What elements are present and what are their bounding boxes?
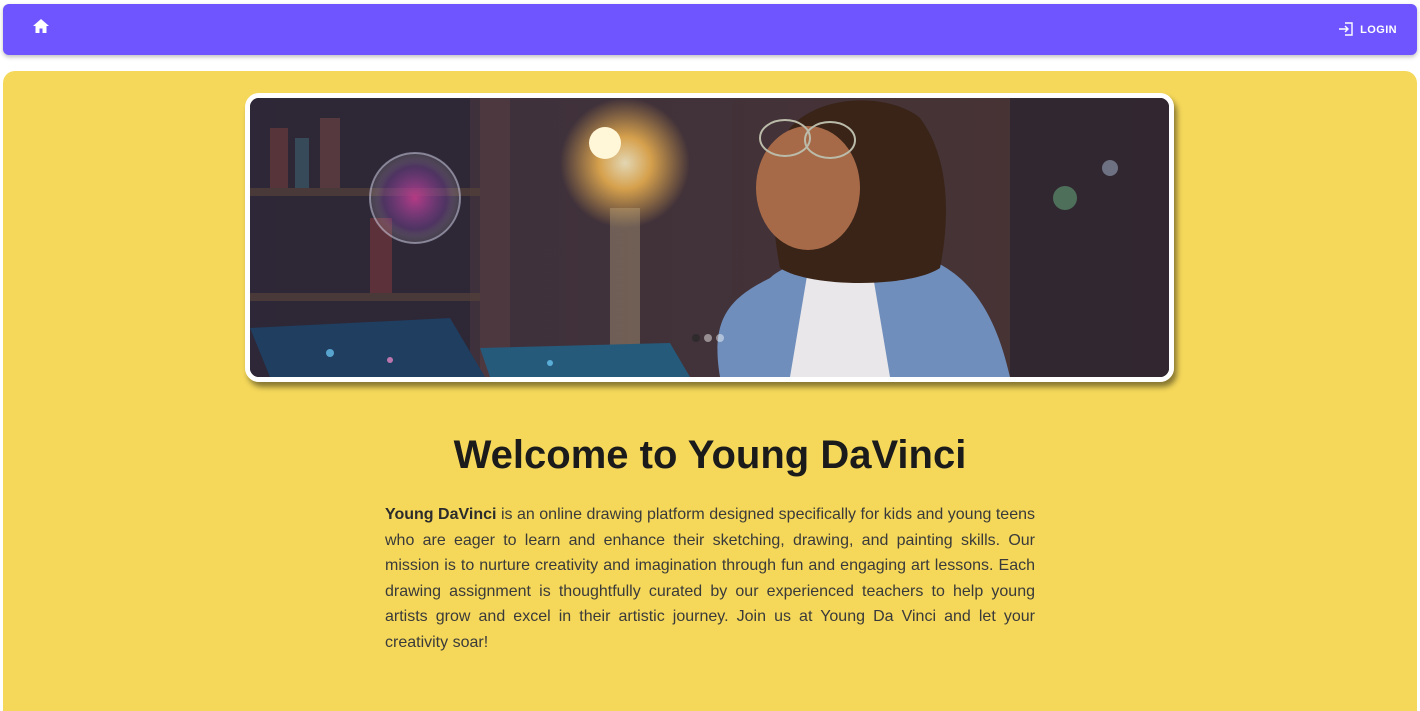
login-button[interactable]: LOGIN — [1332, 17, 1403, 43]
carousel-dot[interactable] — [692, 334, 700, 342]
intro-text: is an online drawing platform designed s… — [385, 506, 1036, 651]
main-content: Welcome to Young DaVinci Young DaVinci i… — [3, 71, 1417, 711]
home-icon — [32, 18, 50, 39]
carousel-dot[interactable] — [716, 334, 724, 342]
carousel-dot[interactable] — [704, 334, 712, 342]
login-label: LOGIN — [1360, 24, 1397, 36]
login-icon — [1338, 21, 1354, 39]
app-bar: LOGIN — [3, 4, 1417, 55]
brand-name: Young DaVinci — [385, 506, 497, 523]
intro-paragraph: Young DaVinci is an online drawing platf… — [385, 502, 1035, 655]
hero-carousel[interactable] — [245, 93, 1174, 382]
carousel-dots — [692, 334, 724, 342]
home-button[interactable] — [25, 13, 57, 43]
page-title: Welcome to Young DaVinci — [453, 433, 967, 477]
